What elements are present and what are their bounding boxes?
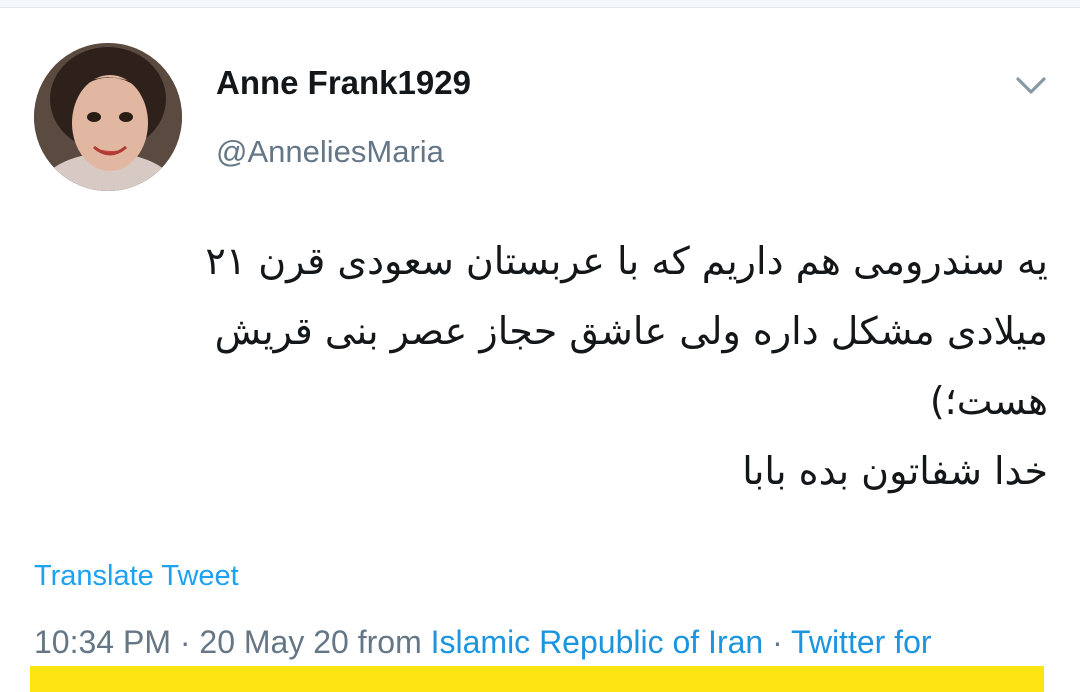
- tweet-text-line: خدا شفاتون بده بابا: [742, 449, 1048, 493]
- source-link[interactable]: Twitter for: [791, 624, 931, 660]
- meta-separator: ·: [763, 624, 792, 660]
- tweet-card: Anne Frank1929 @AnneliesMaria یه سندرومی…: [0, 0, 1080, 692]
- tweet-text: یه سندرومی هم داریم که با عربستان سعودی …: [40, 226, 1048, 506]
- tweet-text-line: یه سندرومی هم داریم که با عربستان سعودی …: [205, 239, 1048, 283]
- highlight-bar: [30, 666, 1044, 692]
- location-link[interactable]: Islamic Republic of Iran: [431, 624, 764, 660]
- chevron-down-icon[interactable]: [1014, 70, 1048, 100]
- top-divider: [0, 0, 1080, 8]
- avatar[interactable]: [34, 43, 182, 191]
- translate-tweet-link[interactable]: Translate Tweet: [34, 560, 239, 593]
- tweet-text-line: میلادی مشکل داره ولی عاشق حجاز عصر بنی ق…: [214, 309, 1048, 353]
- meta-separator: ·: [170, 624, 200, 660]
- meta-from-word: from: [348, 624, 431, 660]
- avatar-photo-icon: [34, 43, 182, 191]
- tweet-meta: 10:34 PM · 20 May 20 from Islamic Republ…: [34, 624, 932, 661]
- display-name[interactable]: Anne Frank1929: [216, 64, 471, 102]
- tweet-date: 20 May 20: [199, 624, 349, 660]
- tweet-text-line: هست؛): [929, 379, 1048, 423]
- tweet-time: 10:34 PM: [34, 624, 171, 660]
- user-handle[interactable]: @AnneliesMaria: [216, 134, 444, 170]
